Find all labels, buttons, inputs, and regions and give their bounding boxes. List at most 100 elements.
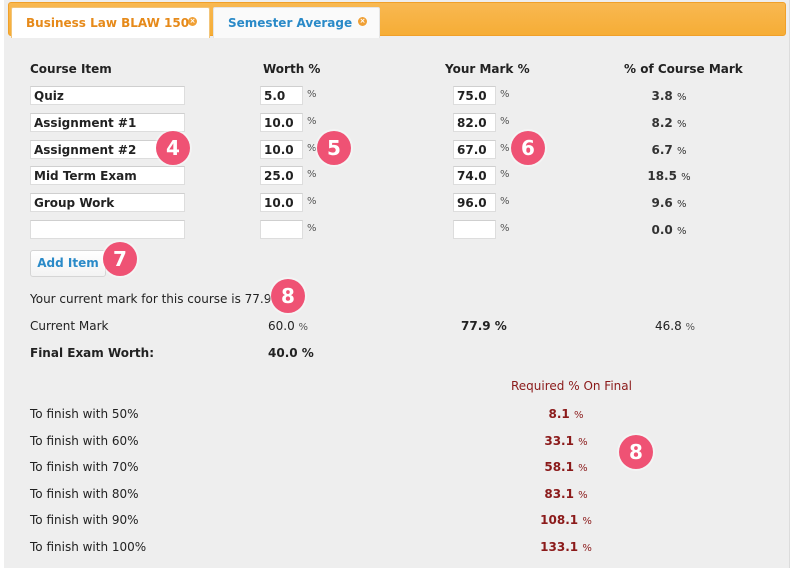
tab-label: Business Law BLAW 150: [26, 16, 190, 30]
course-item-input[interactable]: [30, 166, 185, 185]
percent-unit: %: [500, 89, 510, 100]
required-final-value: 8.1 %: [526, 407, 606, 421]
annotation-badge-7: 7: [103, 242, 137, 276]
required-number: 8.1: [548, 407, 570, 421]
mark-input[interactable]: [453, 166, 496, 185]
percent-unit: %: [582, 543, 592, 554]
finish-target-label: To finish with 50%: [30, 407, 139, 421]
course-mark-number: 6.7: [651, 143, 673, 157]
worth-input[interactable]: [260, 113, 303, 132]
current-mark-worth: 60.0 %: [268, 319, 308, 333]
worth-input[interactable]: [260, 166, 303, 185]
finish-target-label: To finish with 90%: [30, 513, 139, 527]
required-number: 133.1: [540, 540, 579, 554]
finish-target-label: To finish with 60%: [30, 434, 139, 448]
mark-input[interactable]: [453, 113, 496, 132]
mark-input[interactable]: [453, 140, 496, 159]
course-mark-number: 18.5: [647, 169, 677, 183]
mark-input[interactable]: [453, 220, 496, 239]
add-item-button[interactable]: Add Item: [30, 250, 106, 277]
percent-unit: %: [578, 463, 588, 474]
header-course-mark: % of Course Mark: [624, 62, 743, 76]
required-final-value: 58.1 %: [526, 460, 606, 474]
required-final-value: 33.1 %: [526, 434, 606, 448]
percent-unit: %: [676, 119, 687, 130]
header-your-mark: Your Mark %: [445, 62, 530, 76]
course-mark-value: 8.2 %: [629, 116, 709, 130]
current-mark-label: Current Mark: [30, 319, 109, 333]
worth-input[interactable]: [260, 140, 303, 159]
current-mark-worth-value: 60.0: [268, 319, 295, 333]
current-mark-sentence: Your current mark for this course is 77.…: [30, 292, 285, 306]
course-mark-value: 9.6 %: [629, 196, 709, 210]
tab-bar: Business Law BLAW 150 × Semester Average…: [8, 2, 786, 38]
required-number: 33.1: [544, 434, 574, 448]
mark-input[interactable]: [453, 193, 496, 212]
course-mark-number: 9.6: [651, 196, 673, 210]
percent-unit: %: [307, 196, 317, 207]
tab-label: Semester Average: [228, 16, 353, 30]
course-item-input[interactable]: [30, 193, 185, 212]
course-mark-value: 3.8 %: [629, 89, 709, 103]
annotation-badge-8: 8: [271, 279, 305, 313]
percent-unit: %: [685, 322, 696, 333]
worth-input[interactable]: [260, 220, 303, 239]
course-item-input[interactable]: [30, 86, 185, 105]
percent-unit: %: [307, 169, 317, 180]
percent-unit: %: [676, 92, 687, 103]
course-mark-value: 6.7 %: [629, 143, 709, 157]
percent-unit: %: [676, 199, 687, 210]
percent-unit: %: [582, 516, 592, 527]
percent-unit: %: [500, 196, 510, 207]
header-course-item: Course Item: [30, 62, 112, 76]
percent-unit: %: [307, 89, 317, 100]
percent-unit: %: [681, 172, 691, 183]
percent-unit: %: [578, 490, 588, 501]
tab-business-law[interactable]: Business Law BLAW 150 ×: [11, 7, 210, 38]
current-mark-text: Your current mark for this course is 77.…: [30, 292, 272, 306]
required-number: 108.1: [540, 513, 579, 527]
final-exam-label: Final Exam Worth:: [30, 346, 155, 360]
percent-unit: %: [500, 116, 510, 127]
annotation-badge-4: 4: [156, 131, 190, 165]
annotation-badge-6: 6: [511, 131, 545, 165]
current-mark-course: 46.8 %: [655, 319, 695, 333]
percent-unit: %: [573, 410, 584, 421]
finish-target-label: To finish with 100%: [30, 540, 147, 554]
finish-target-label: To finish with 70%: [30, 460, 139, 474]
course-mark-number: 3.8: [651, 89, 673, 103]
required-number: 83.1: [544, 487, 574, 501]
course-mark-value: 0.0 %: [629, 223, 709, 237]
mark-input[interactable]: [453, 86, 496, 105]
percent-unit: %: [298, 322, 309, 333]
close-circle-icon[interactable]: ×: [358, 17, 367, 26]
course-item-input[interactable]: [30, 113, 185, 132]
current-mark-course-value: 46.8: [655, 319, 682, 333]
percent-unit: %: [578, 437, 588, 448]
percent-unit: %: [500, 223, 510, 234]
tab-semester-average[interactable]: Semester Average ×: [213, 7, 380, 38]
percent-unit: %: [676, 146, 687, 157]
current-mark-value: 77.9 %: [461, 319, 507, 333]
percent-unit: %: [500, 169, 510, 180]
required-number: 58.1: [544, 460, 574, 474]
course-item-input[interactable]: [30, 220, 185, 239]
annotation-badge-8-required: 8: [619, 435, 653, 469]
course-mark-number: 0.0: [651, 223, 673, 237]
percent-unit: %: [676, 226, 687, 237]
worth-input[interactable]: [260, 86, 303, 105]
percent-unit: %: [307, 143, 317, 154]
worth-input[interactable]: [260, 193, 303, 212]
required-final-value: 108.1 %: [526, 513, 606, 527]
final-exam-worth: 40.0 %: [268, 346, 314, 360]
percent-unit: %: [301, 346, 314, 360]
required-final-value: 133.1 %: [526, 540, 606, 554]
final-exam-worth-value: 40.0: [268, 346, 298, 360]
annotation-badge-5: 5: [317, 131, 351, 165]
course-mark-value: 18.5 %: [629, 169, 709, 183]
percent-unit: %: [307, 116, 317, 127]
finish-target-label: To finish with 80%: [30, 487, 139, 501]
close-circle-icon[interactable]: ×: [188, 17, 197, 26]
percent-unit: %: [307, 223, 317, 234]
required-final-value: 83.1 %: [526, 487, 606, 501]
